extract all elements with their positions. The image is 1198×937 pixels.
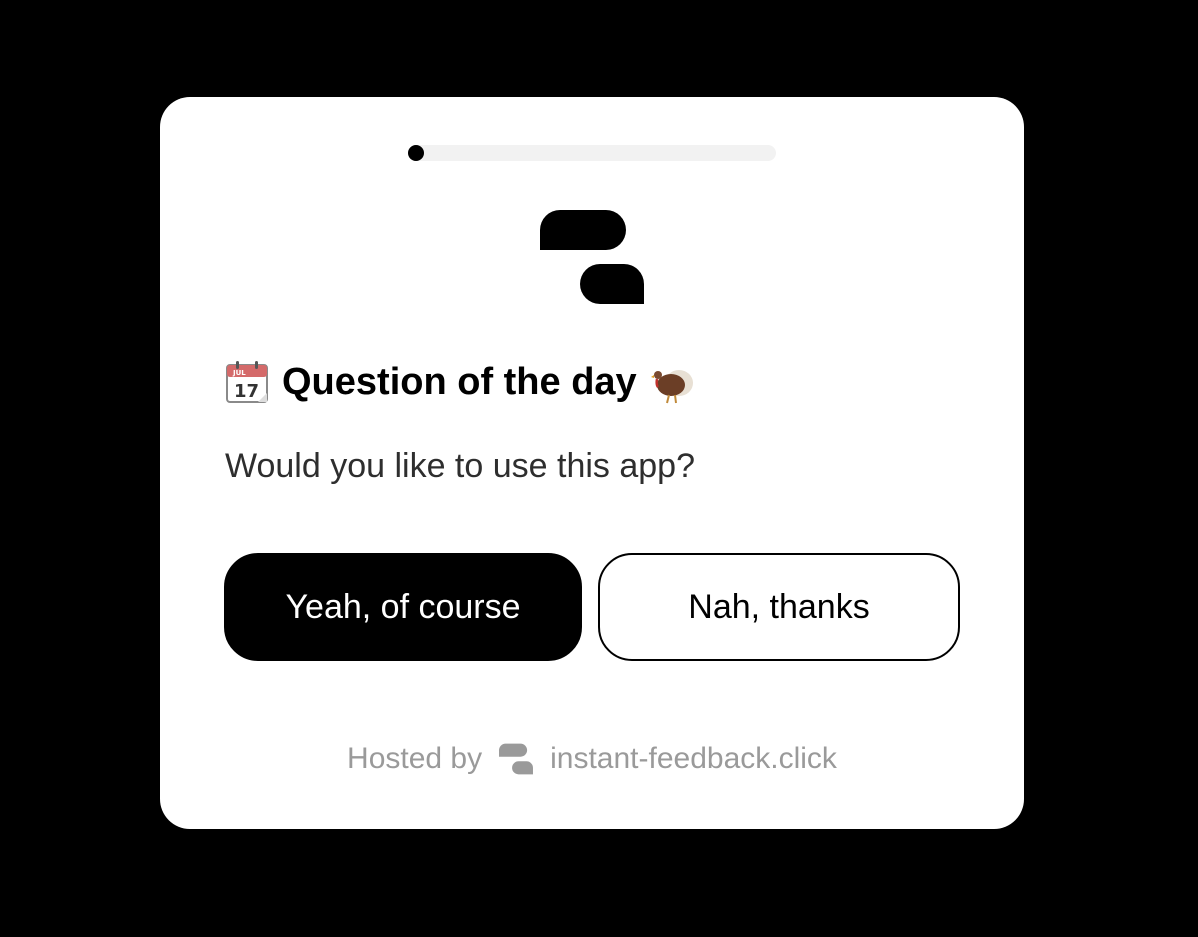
svg-text:17: 17 [234,381,259,402]
progress-bar [408,145,776,161]
brand-logo-icon [540,210,644,304]
yes-button[interactable]: Yeah, of course [224,553,582,661]
calendar-icon: JUL 17 [226,361,268,403]
brand-logo-icon-small [499,743,534,775]
hosted-by-label: Hosted by [347,742,483,775]
turkey-icon [650,370,693,404]
hosted-by-footer: Hosted by instant-feedback.click [160,737,1024,781]
hosted-by-link[interactable]: instant-feedback.click [550,742,837,776]
survey-card: JUL 17 Question of the day Would you lik… [160,97,1024,829]
question-text: Would you like to use this app? [225,447,695,485]
no-button[interactable]: Nah, thanks [598,553,960,661]
question-title: JUL 17 Question of the day [224,355,695,409]
svg-text:JUL: JUL [232,369,246,377]
progress-fill [408,145,424,161]
question-title-text: Question of the day [282,360,637,403]
